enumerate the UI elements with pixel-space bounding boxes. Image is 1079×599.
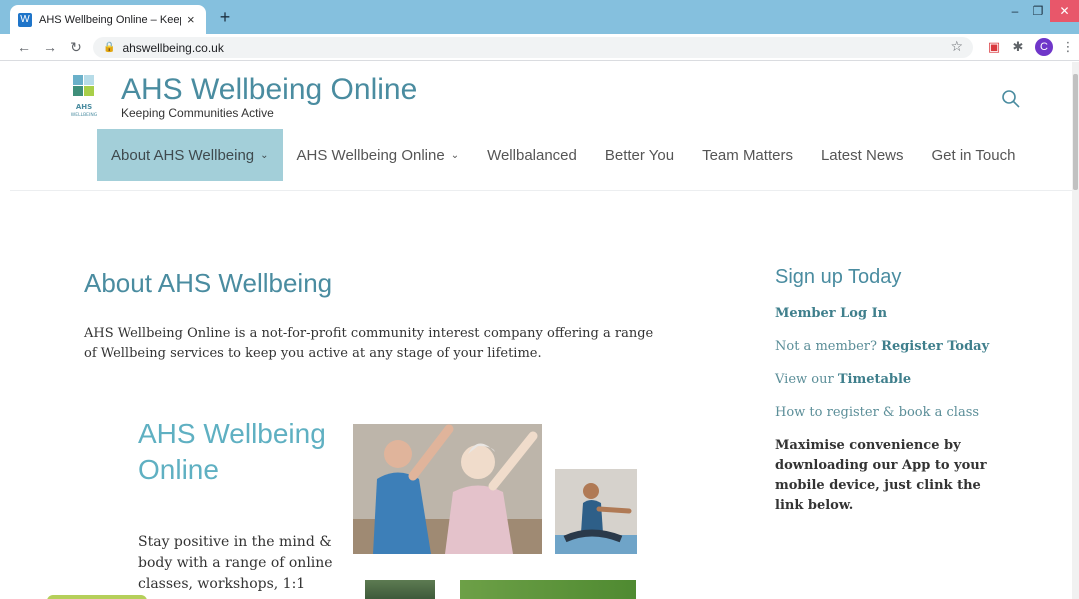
nav-item-label: About AHS Wellbeing (111, 146, 255, 164)
howto-register-link[interactable]: How to register & book a class (775, 405, 979, 420)
tab-close-icon[interactable]: × (187, 12, 195, 27)
tab-title: AHS Wellbeing Online – Keeping Communiti… (39, 13, 181, 26)
site-logo[interactable]: AHS WELLBEING (62, 73, 106, 119)
not-member-text: Not a member? (775, 339, 877, 354)
browser-tab[interactable]: W AHS Wellbeing Online – Keeping Communi… (10, 5, 206, 34)
scrollbar-thumb[interactable] (1073, 74, 1078, 190)
window-minimize-button[interactable]: – (1004, 0, 1026, 22)
extension-icon[interactable]: ▣ (985, 38, 1003, 56)
page-title: About AHS Wellbeing (84, 268, 333, 298)
site-title[interactable]: AHS Wellbeing Online (121, 73, 417, 107)
nav-item-about-ahs-wellbeing[interactable]: About AHS Wellbeing ⌄ (97, 129, 283, 181)
yoga-man-photo (555, 469, 637, 554)
nav-item-label: Get in Touch (931, 146, 1016, 164)
nav-item-team-matters[interactable]: Team Matters (688, 129, 807, 181)
reload-icon[interactable]: ↻ (66, 37, 86, 57)
browser-toolbar: ← → ↻ 🔒 ahswellbeing.co.uk ☆ ▣ ✱ C ⋮ (0, 34, 1079, 61)
back-arrow-icon[interactable]: ← (14, 37, 34, 57)
timetable-link[interactable]: Timetable (838, 372, 911, 387)
page-scrollbar[interactable] (1072, 62, 1079, 599)
header-divider (10, 190, 1072, 191)
nav-item-get-in-touch[interactable]: Get in Touch (918, 129, 1030, 181)
intro-paragraph: AHS Wellbeing Online is a not-for-profit… (84, 326, 654, 361)
star-icon[interactable]: ☆ (950, 38, 963, 55)
garden-photo (365, 580, 435, 599)
register-today-link[interactable]: Register Today (881, 339, 989, 354)
window-maximize-button[interactable]: ❐ (1027, 0, 1049, 22)
menu-dots-icon[interactable]: ⋮ (1059, 38, 1077, 56)
nav-item-label: Better You (604, 146, 675, 164)
sidebar-title: Sign up Today (775, 266, 902, 288)
feature-text: Stay positive in the mind & body with a … (138, 534, 333, 592)
wordpress-favicon-icon: W (18, 12, 32, 27)
lock-icon: 🔒 (103, 42, 116, 53)
cookie-banner-tab[interactable] (47, 595, 147, 599)
nav-item-label: Latest News (820, 146, 904, 164)
nav-item-better-you[interactable]: Better You (591, 129, 688, 181)
seniors-exercise-photo (353, 424, 542, 554)
page-viewport: AHS WELLBEING AHS Wellbeing Online Keepi… (0, 62, 1072, 599)
nav-item-label: AHS Wellbeing Online (296, 146, 445, 164)
member-login-label: Member Log In (775, 306, 888, 321)
register-line: Not a member? Register Today (775, 339, 989, 354)
site-tagline: Keeping Communities Active (121, 106, 274, 120)
forward-arrow-icon[interactable]: → (40, 37, 60, 57)
puzzle-icon[interactable]: ✱ (1009, 38, 1027, 56)
nav-item-ahs-wellbeing-online[interactable]: AHS Wellbeing Online ⌄ (283, 129, 474, 181)
nav-item-wellbalanced[interactable]: Wellbalanced (473, 129, 591, 181)
nav-item-label: Team Matters (702, 146, 793, 164)
app-download-note: Maximise convenience by downloading our … (775, 438, 987, 513)
grass-photo (460, 580, 636, 599)
window-close-button[interactable]: ✕ (1050, 0, 1079, 22)
timetable-line: View our Timetable (775, 372, 911, 387)
browser-tab-strip: W AHS Wellbeing Online – Keeping Communi… (0, 0, 1079, 34)
nav-item-latest-news[interactable]: Latest News (807, 129, 918, 181)
nav-item-label: Wellbalanced (487, 146, 577, 164)
url-text: ahswellbeing.co.uk (122, 40, 224, 55)
new-tab-button[interactable]: + (215, 7, 235, 27)
main-navigation: About AHS Wellbeing ⌄ AHS Wellbeing Online… (97, 129, 1029, 181)
view-our-text: View our (775, 372, 834, 387)
search-icon[interactable] (1000, 88, 1022, 110)
address-bar[interactable]: 🔒 ahswellbeing.co.uk ☆ (93, 37, 973, 58)
logo-subtext: WELLBEING (71, 112, 98, 118)
member-login-link[interactable]: Member Log In (775, 306, 887, 321)
chevron-down-icon: ⌄ (260, 149, 269, 161)
profile-avatar[interactable]: C (1035, 38, 1053, 56)
chevron-down-icon: ⌄ (450, 149, 460, 161)
logo-text: AHS (76, 103, 92, 111)
feature-title: AHS Wellbeing Online (138, 418, 326, 485)
